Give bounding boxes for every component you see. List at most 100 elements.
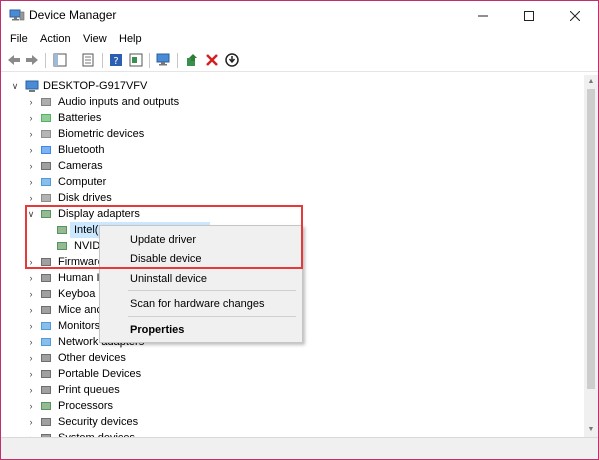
svg-text:?: ? xyxy=(113,56,118,67)
properties-button[interactable] xyxy=(79,51,97,69)
toolbar-separator xyxy=(149,53,150,68)
enable-device-button[interactable] xyxy=(223,51,241,69)
tree-item-label: Batteries xyxy=(58,112,102,124)
window-title: Device Manager xyxy=(29,8,117,22)
portable-devices-icon xyxy=(41,370,51,378)
tree-item-label: Biometric devices xyxy=(58,128,145,140)
context-properties[interactable]: Properties xyxy=(130,324,184,336)
close-icon xyxy=(570,11,580,21)
monitor-icon xyxy=(41,322,51,330)
chevron-right-icon[interactable]: › xyxy=(26,414,36,430)
tree-item-label: Disk drives xyxy=(58,192,112,204)
maximize-icon xyxy=(524,11,534,21)
root-label: DESKTOP-G917VFV xyxy=(43,80,148,92)
chevron-right-icon[interactable]: › xyxy=(26,142,36,158)
vertical-scrollbar[interactable]: ▲ ▼ xyxy=(584,75,598,437)
back-button[interactable] xyxy=(5,51,23,69)
status-bar xyxy=(1,437,598,459)
scroll-thumb[interactable] xyxy=(587,89,595,389)
scroll-down-icon[interactable]: ▼ xyxy=(584,423,598,437)
menu-file[interactable]: File xyxy=(10,33,28,45)
chevron-right-icon[interactable]: › xyxy=(26,174,36,190)
mouse-icon xyxy=(41,306,51,314)
tree-item-label: Audio inputs and outputs xyxy=(58,96,180,108)
fingerprint-icon xyxy=(41,130,51,138)
add-driver-icon xyxy=(187,54,197,66)
tree-item-label: Processors xyxy=(58,400,114,412)
other-devices-icon xyxy=(41,354,51,362)
chevron-right-icon[interactable]: › xyxy=(26,270,36,286)
close-button[interactable] xyxy=(552,1,598,31)
minimize-icon xyxy=(478,15,488,17)
menu-bar: File Action View Help xyxy=(1,31,598,49)
context-scan-hardware[interactable]: Scan for hardware changes xyxy=(130,298,265,310)
chevron-right-icon[interactable]: › xyxy=(26,302,36,318)
view-icon xyxy=(129,53,143,67)
bluetooth-icon xyxy=(41,146,51,154)
tree-item-label: Mice anc xyxy=(58,304,103,316)
tree-item-label: System devices xyxy=(58,430,135,437)
uninstall-button[interactable] xyxy=(203,51,221,69)
properties-icon xyxy=(82,53,94,67)
chevron-right-icon[interactable]: › xyxy=(26,334,36,350)
computer-icon xyxy=(41,178,51,186)
battery-icon xyxy=(41,114,51,122)
speaker-icon xyxy=(41,98,51,106)
back-icon xyxy=(8,55,20,65)
show-hide-console-tree-button[interactable] xyxy=(51,51,69,69)
minimize-button[interactable] xyxy=(460,1,506,31)
camera-icon xyxy=(41,162,51,170)
view-button[interactable] xyxy=(127,51,145,69)
disk-icon xyxy=(41,194,51,202)
scan-icon xyxy=(156,53,170,66)
chevron-right-icon[interactable]: › xyxy=(26,350,36,366)
tree-item-label: Print queues xyxy=(58,384,120,396)
chevron-right-icon[interactable]: › xyxy=(26,382,36,398)
chevron-right-icon[interactable]: › xyxy=(26,398,36,414)
annotation-highlight-box xyxy=(25,205,303,269)
help-icon: ? xyxy=(110,54,122,67)
hid-icon xyxy=(41,274,51,282)
chevron-right-icon[interactable]: › xyxy=(26,94,36,110)
chevron-right-icon[interactable]: › xyxy=(26,366,36,382)
menu-action[interactable]: Action xyxy=(40,33,71,45)
context-separator xyxy=(128,316,296,317)
menu-view[interactable]: View xyxy=(83,33,107,45)
chevron-right-icon[interactable]: › xyxy=(26,318,36,334)
help-button[interactable]: ? xyxy=(107,51,125,69)
tree-item-label: Cameras xyxy=(58,160,103,172)
download-icon xyxy=(225,53,239,67)
chevron-right-icon[interactable]: › xyxy=(26,158,36,174)
context-separator xyxy=(128,290,296,291)
menu-help[interactable]: Help xyxy=(119,33,142,45)
chevron-right-icon[interactable]: › xyxy=(26,430,36,437)
chevron-right-icon[interactable]: › xyxy=(26,190,36,206)
toolbar: ? xyxy=(1,49,598,72)
scan-hardware-button[interactable] xyxy=(155,51,173,69)
context-uninstall-device[interactable]: Uninstall device xyxy=(130,273,207,285)
tree-item-label: Security devices xyxy=(58,416,139,428)
tree-item-label: Keyboa xyxy=(58,288,96,300)
toolbar-separator xyxy=(45,53,46,68)
update-driver-button[interactable] xyxy=(183,51,201,69)
forward-button[interactable] xyxy=(23,51,41,69)
uninstall-icon xyxy=(206,54,218,66)
tree-item-label: Monitors xyxy=(58,320,101,332)
processor-icon xyxy=(41,402,51,410)
console-tree-icon xyxy=(53,53,67,67)
forward-icon xyxy=(26,55,38,65)
toolbar-separator xyxy=(102,53,103,68)
tree-item-label: Bluetooth xyxy=(58,144,105,156)
maximize-button[interactable] xyxy=(506,1,552,31)
device-manager-window: Device Manager File Action View Help ? ∨… xyxy=(0,0,599,460)
chevron-right-icon[interactable]: › xyxy=(26,110,36,126)
printer-icon xyxy=(41,386,51,394)
scroll-up-icon[interactable]: ▲ xyxy=(584,75,598,89)
security-icon xyxy=(41,418,51,426)
computer-icon xyxy=(25,80,39,92)
chevron-right-icon[interactable]: › xyxy=(26,286,36,302)
chevron-right-icon[interactable]: › xyxy=(26,126,36,142)
keyboard-icon xyxy=(41,290,51,298)
chevron-down-icon[interactable]: ∨ xyxy=(10,78,20,94)
network-icon xyxy=(41,338,51,346)
